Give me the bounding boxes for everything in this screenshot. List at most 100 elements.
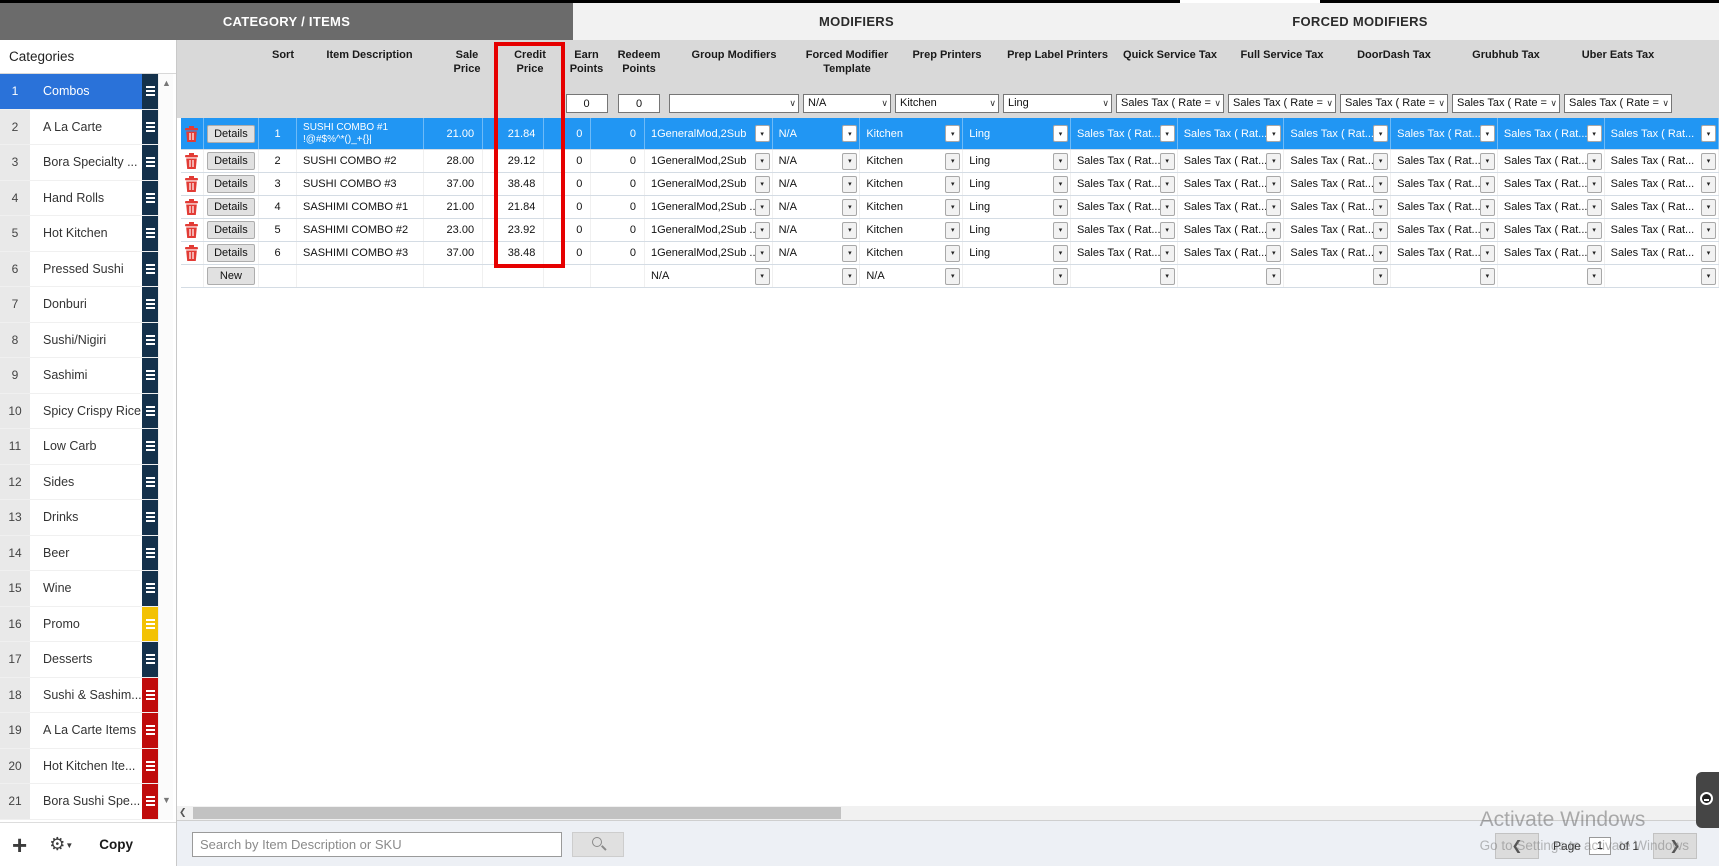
- filter-fst-select[interactable]: Sales Tax ( Rate = ∨: [1228, 94, 1336, 113]
- prev-page-button[interactable]: ❮: [1494, 833, 1539, 859]
- dropdown-button[interactable]: ▾: [1700, 125, 1716, 142]
- dropdown-button[interactable]: ▾: [754, 221, 770, 239]
- filter-qst-select[interactable]: Sales Tax ( Rate = ∨: [1116, 94, 1224, 113]
- sidebar-item-donburi[interactable]: 7 Donburi: [0, 287, 158, 323]
- dropdown-button[interactable]: ▾: [1159, 125, 1175, 142]
- dropdown-button[interactable]: ▾: [1266, 244, 1282, 262]
- dropdown-button[interactable]: ▾: [754, 175, 770, 193]
- dropdown-button[interactable]: ▾: [1373, 152, 1389, 170]
- dropdown-button[interactable]: ▾: [1700, 267, 1716, 285]
- sidebar-item-drinks[interactable]: 13 Drinks: [0, 500, 158, 536]
- dropdown-button[interactable]: ▾: [754, 125, 770, 142]
- dropdown-button[interactable]: ▾: [1586, 125, 1602, 142]
- dropdown-button[interactable]: ▾: [1586, 267, 1602, 285]
- dropdown-button[interactable]: ▾: [1266, 221, 1282, 239]
- sidebar-item-sashimi[interactable]: 9 Sashimi: [0, 358, 158, 394]
- filter-ue-select[interactable]: Sales Tax ( Rate = ∨: [1564, 94, 1672, 113]
- dropdown-button[interactable]: ▾: [842, 125, 858, 142]
- category-drag-handle[interactable]: [142, 109, 158, 144]
- sidebar-item-hand-rolls[interactable]: 4 Hand Rolls: [0, 180, 158, 216]
- sidebar-item-bora-specialty[interactable]: 3 Bora Specialty ...: [0, 145, 158, 181]
- sidebar-item-desserts[interactable]: 17 Desserts: [0, 642, 158, 678]
- dropdown-button[interactable]: ▾: [1479, 175, 1495, 193]
- filter-earn-input[interactable]: [565, 94, 608, 113]
- category-drag-handle[interactable]: [142, 145, 158, 180]
- dropdown-button[interactable]: ▾: [842, 152, 858, 170]
- search-button[interactable]: [572, 832, 624, 857]
- delete-row-icon[interactable]: [185, 199, 199, 215]
- details-button[interactable]: Details: [206, 198, 255, 216]
- dropdown-button[interactable]: ▾: [1266, 198, 1282, 216]
- category-drag-handle[interactable]: [142, 500, 158, 535]
- dropdown-button[interactable]: ▾: [1586, 244, 1602, 262]
- table-row[interactable]: Details 3 SUSHI COMBO #3 37.00 38.48 0 0 1Gener…: [181, 173, 1719, 196]
- dropdown-button[interactable]: ▾: [945, 125, 961, 142]
- page-number-input[interactable]: [1588, 837, 1611, 855]
- add-category-button[interactable]: +: [12, 832, 27, 858]
- dropdown-button[interactable]: ▾: [1052, 175, 1068, 193]
- category-drag-handle[interactable]: [142, 464, 158, 499]
- dropdown-button[interactable]: ▾: [1373, 175, 1389, 193]
- dropdown-button[interactable]: ▾: [945, 267, 961, 285]
- dropdown-button[interactable]: ▾: [1479, 198, 1495, 216]
- category-drag-handle[interactable]: [142, 180, 158, 215]
- copy-button[interactable]: Copy: [99, 837, 133, 852]
- details-button[interactable]: Details: [206, 244, 255, 262]
- category-drag-handle[interactable]: [142, 216, 158, 251]
- dropdown-button[interactable]: ▾: [1479, 221, 1495, 239]
- search-input[interactable]: [192, 832, 562, 857]
- dropdown-button[interactable]: ▾: [1159, 244, 1175, 262]
- sidebar-item-sides[interactable]: 12 Sides: [0, 464, 158, 500]
- dropdown-button[interactable]: ▾: [1700, 244, 1716, 262]
- dropdown-button[interactable]: ▾: [1700, 221, 1716, 239]
- sidebar-item-beer[interactable]: 14 Beer: [0, 535, 158, 571]
- dropdown-button[interactable]: ▾: [1159, 175, 1175, 193]
- sidebar-item-a-la-carte[interactable]: 2A La Carte: [0, 109, 158, 145]
- filter-prep-select[interactable]: Kitchen ∨: [895, 94, 999, 113]
- tab-forced-modifiers[interactable]: FORCED MODIFIERS: [1140, 3, 1580, 40]
- delete-row-icon[interactable]: [185, 245, 199, 261]
- dropdown-button[interactable]: ▾: [1266, 125, 1282, 142]
- category-drag-handle[interactable]: [142, 322, 158, 357]
- dropdown-button[interactable]: ▾: [1159, 221, 1175, 239]
- table-row[interactable]: Details 4 SASHIMI COMBO #1 21.00 21.84 0 0 1Gen…: [181, 196, 1719, 219]
- sidebar-item-promo[interactable]: 16 Promo: [0, 606, 158, 642]
- dropdown-button[interactable]: ▾: [1373, 244, 1389, 262]
- table-row[interactable]: Details 6 SASHIMI COMBO #3 37.00 38.48 0 0 1Gen…: [181, 242, 1719, 265]
- dropdown-button[interactable]: ▾: [1479, 267, 1495, 285]
- tab-modifiers[interactable]: MODIFIERS: [573, 3, 1140, 40]
- sidebar-item-bora-sushi-spe[interactable]: 21 Bora Sushi Spe...: [0, 784, 158, 820]
- dropdown-button[interactable]: ▾: [754, 267, 770, 285]
- dropdown-button[interactable]: ▾: [1052, 244, 1068, 262]
- sidebar-item-sushi-nigiri[interactable]: 8 Sushi/Nigiri: [0, 322, 158, 358]
- dropdown-button[interactable]: ▾: [1052, 221, 1068, 239]
- dropdown-button[interactable]: ▾: [1586, 221, 1602, 239]
- dropdown-button[interactable]: ▾: [842, 175, 858, 193]
- dropdown-button[interactable]: ▾: [754, 244, 770, 262]
- filter-group-select[interactable]: ∨: [669, 94, 799, 113]
- dropdown-button[interactable]: ▾: [945, 198, 961, 216]
- table-row[interactable]: Details 2 SUSHI COMBO #2 28.00 29.12 0 0 1Gener…: [181, 150, 1719, 173]
- dropdown-button[interactable]: ▾: [1266, 175, 1282, 193]
- next-page-button[interactable]: ❯: [1653, 833, 1697, 859]
- dropdown-button[interactable]: ▾: [945, 244, 961, 262]
- dropdown-button[interactable]: ▾: [1700, 175, 1716, 193]
- category-drag-handle[interactable]: [142, 358, 158, 393]
- category-drag-handle[interactable]: [142, 571, 158, 606]
- details-button[interactable]: Details: [206, 152, 255, 170]
- dropdown-button[interactable]: ▾: [754, 198, 770, 216]
- sidebar-item-pressed-sushi[interactable]: 6 Pressed Sushi: [0, 251, 158, 287]
- dropdown-button[interactable]: ▾: [842, 221, 858, 239]
- category-drag-handle[interactable]: [142, 393, 158, 428]
- horizontal-scrollbar[interactable]: ❮: [177, 806, 1719, 820]
- dropdown-button[interactable]: ▾: [1052, 125, 1068, 142]
- details-button[interactable]: Details: [206, 175, 255, 193]
- dropdown-button[interactable]: ▾: [1052, 152, 1068, 170]
- filter-forced-select[interactable]: N/A ∨: [803, 94, 891, 113]
- dropdown-button[interactable]: ▾: [1373, 221, 1389, 239]
- filter-redeem-input[interactable]: [618, 94, 660, 113]
- filter-dd-select[interactable]: Sales Tax ( Rate = ∨: [1340, 94, 1448, 113]
- sidebar-item-wine[interactable]: 15 Wine: [0, 571, 158, 607]
- details-button[interactable]: Details: [206, 221, 255, 239]
- dropdown-button[interactable]: ▾: [842, 267, 858, 285]
